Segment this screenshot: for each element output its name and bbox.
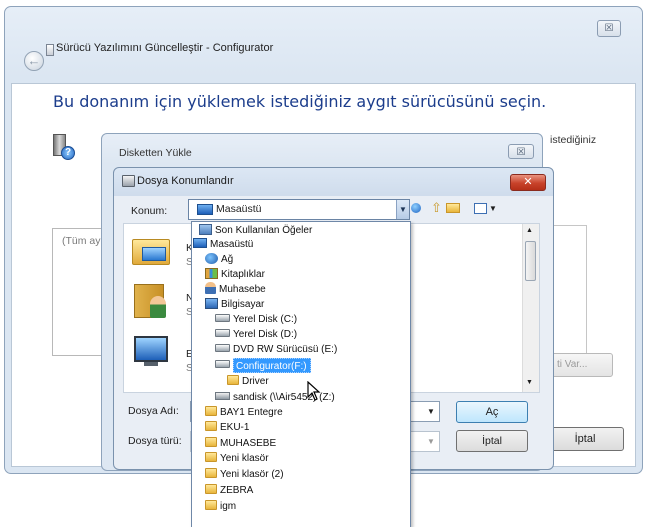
folder-icon — [205, 421, 217, 432]
location-value: Masaüstü — [216, 203, 262, 215]
model-listbox[interactable] — [52, 228, 104, 356]
libraries-icon — [205, 267, 218, 279]
dvd-drive-icon — [215, 344, 230, 353]
device-icon — [46, 44, 54, 56]
dropdown-item[interactable]: Yerel Disk (D:) — [215, 327, 297, 342]
dropdown-item[interactable]: Muhasebe — [205, 282, 266, 297]
file-dialog-icon — [122, 175, 135, 187]
folder-icon — [205, 452, 217, 463]
view-menu-icon[interactable] — [474, 203, 487, 214]
computer-places-icon[interactable] — [132, 332, 172, 366]
desktop-icon — [197, 204, 213, 215]
file-dialog-title: Dosya Konumlandır — [137, 175, 234, 187]
filename-dropdown-icon[interactable]: ▼ — [427, 407, 435, 416]
hardware-disk-icon: ? — [53, 134, 75, 160]
location-dropdown-list[interactable]: Son Kullanılan Öğeler Masaüstü Ağ Kitapl… — [191, 221, 411, 527]
folder-icon — [227, 375, 239, 386]
folder-icon — [205, 406, 217, 417]
computer-icon — [205, 297, 218, 309]
dropdown-item[interactable]: Yeni klasör (2) — [205, 467, 284, 482]
location-label: Konum: — [131, 205, 168, 217]
dropdown-item[interactable]: Son Kullanılan Öğeler — [199, 223, 312, 238]
user-folder-icon — [205, 282, 216, 295]
filetype-label: Dosya türü: — [128, 435, 182, 447]
file-list-scrollbar[interactable]: ▲ ▼ — [522, 224, 539, 392]
recent-items-icon — [199, 223, 212, 235]
scroll-up-icon[interactable]: ▲ — [526, 227, 533, 234]
dropdown-item[interactable]: ZEBRA — [205, 483, 253, 498]
folder-icon — [205, 500, 217, 511]
disk-dialog-title: Disketten Yükle — [119, 147, 192, 159]
dropdown-item[interactable]: Driver — [227, 374, 269, 389]
have-disk-button[interactable]: ti Var... — [547, 353, 613, 377]
folder-icon — [205, 468, 217, 479]
back-arrow-icon[interactable]: ← — [24, 51, 44, 71]
file-dialog-cancel-button[interactable]: İptal — [456, 430, 528, 452]
dropdown-item[interactable]: Yeni klasör — [205, 451, 269, 466]
dropdown-item[interactable]: Bilgisayar — [205, 297, 264, 312]
dropdown-item[interactable]: igm — [205, 499, 236, 514]
dropdown-item[interactable]: MUHASEBE — [205, 436, 276, 451]
dropdown-item[interactable]: BAY1 Entegre — [205, 405, 283, 420]
disk-dialog-close-button[interactable]: ☒ — [508, 144, 534, 159]
mouse-cursor-icon — [307, 380, 321, 404]
recent-places-icon[interactable] — [132, 233, 172, 267]
outer-cancel-button[interactable]: İptal — [546, 427, 624, 451]
dropdown-item-selected[interactable]: Configurator(F:) — [233, 358, 311, 373]
list-placeholder: (Tüm ay — [62, 235, 101, 247]
dropdown-item[interactable]: EKU-1 — [205, 420, 249, 435]
folder-icon — [205, 437, 217, 448]
back-icon[interactable] — [411, 203, 421, 213]
open-button[interactable]: Aç — [456, 401, 528, 423]
dropdown-item[interactable]: DVD RW Sürücüsü (E:) — [215, 342, 337, 357]
instruction-text-partial: istediğiniz — [550, 134, 597, 146]
filename-label: Dosya Adı: — [128, 405, 179, 417]
network-drive-icon — [215, 392, 230, 401]
local-disk-icon — [215, 329, 230, 338]
removable-drive-icon — [215, 360, 230, 369]
scroll-thumb[interactable] — [525, 241, 536, 281]
dropdown-item[interactable]: Masaüstü — [193, 237, 253, 252]
file-dialog-close-button[interactable]: ✕ — [510, 174, 546, 191]
desktop-icon — [193, 238, 207, 249]
filetype-dropdown-icon[interactable]: ▼ — [427, 437, 435, 446]
chevron-down-icon[interactable]: ▼ — [396, 200, 409, 219]
dropdown-item[interactable]: Kitaplıklar — [205, 267, 265, 282]
page-heading: Bu donanım için yüklemek istediğiniz ayg… — [53, 92, 547, 111]
user-places-icon[interactable] — [134, 282, 174, 318]
outer-close-button[interactable]: ☒ — [597, 20, 621, 37]
dropdown-item[interactable]: Yerel Disk (C:) — [215, 312, 297, 327]
new-folder-icon[interactable] — [446, 203, 460, 213]
scroll-down-icon[interactable]: ▼ — [526, 379, 533, 386]
local-disk-icon — [215, 314, 230, 323]
network-icon — [205, 252, 218, 264]
up-folder-icon[interactable]: ⇧ — [431, 201, 442, 215]
window-title: Sürücü Yazılımını Güncelleştir - Configu… — [56, 42, 274, 54]
dropdown-item[interactable]: Ağ — [205, 252, 233, 267]
folder-icon — [205, 484, 217, 495]
view-menu-arrow-icon[interactable]: ▼ — [489, 204, 497, 213]
